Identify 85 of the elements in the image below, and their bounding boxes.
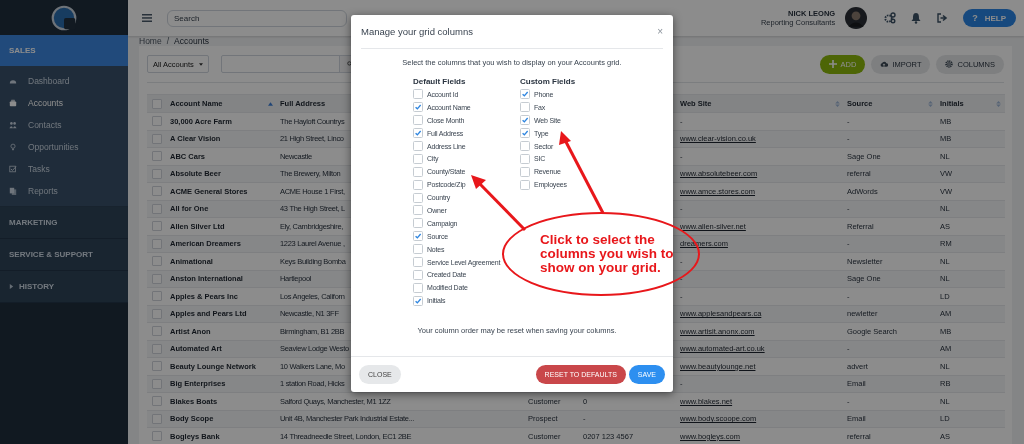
row-checkbox[interactable] [152, 343, 162, 354]
group-title: Custom Fields [520, 76, 577, 88]
logout-icon[interactable] [936, 12, 949, 24]
checkbox[interactable] [520, 89, 530, 100]
breadcrumb-link[interactable]: Home [139, 36, 162, 46]
users-icon [9, 121, 17, 129]
row-checkbox[interactable] [152, 186, 162, 197]
checkbox[interactable] [413, 166, 423, 177]
sidebar-section[interactable]: SALES [0, 35, 128, 66]
checkbox[interactable] [413, 218, 423, 229]
breadcrumb-current: Accounts [174, 36, 210, 46]
checkbox[interactable] [520, 153, 530, 164]
checkbox[interactable] [520, 141, 530, 151]
row-checkbox[interactable] [152, 151, 162, 162]
checkbox[interactable] [413, 153, 423, 164]
row-checkbox[interactable] [152, 361, 162, 372]
gauge-icon [9, 77, 17, 85]
gear-icon [945, 60, 954, 68]
gears-icon[interactable] [884, 12, 897, 24]
plus-icon [828, 60, 837, 68]
search-field[interactable]: Search [167, 9, 347, 27]
group-title: Default Fields [413, 76, 467, 88]
caret-icon [199, 62, 203, 66]
row-checkbox[interactable] [152, 291, 162, 302]
sort-ascending-icon[interactable] [268, 100, 273, 107]
checkbox[interactable] [520, 128, 530, 139]
checkbox[interactable] [520, 179, 530, 190]
briefcase-icon [9, 99, 17, 107]
help-button[interactable]: ? HELP [963, 9, 1016, 27]
row-checkbox[interactable] [152, 308, 162, 319]
checkbox[interactable] [413, 141, 423, 151]
select-all-checkbox[interactable] [152, 98, 162, 109]
sidebar-item[interactable]: Dashboard [0, 70, 128, 92]
avatar-icon[interactable] [845, 7, 868, 29]
row-checkbox[interactable] [152, 431, 162, 442]
checkbox[interactable] [413, 205, 423, 216]
checkbox[interactable] [413, 115, 423, 126]
logo-icon [51, 4, 77, 31]
sidebar-item[interactable]: Contacts [0, 114, 128, 136]
checkbox[interactable] [413, 102, 423, 113]
row-checkbox[interactable] [152, 238, 162, 249]
modal-title: Manage your grid columns [361, 26, 473, 37]
checkbox[interactable] [413, 89, 423, 100]
checkbox[interactable] [413, 244, 423, 255]
sidebar-item[interactable]: Opportunities [0, 136, 128, 158]
sidebar-section[interactable]: MARKETING [0, 207, 128, 239]
row-checkbox[interactable] [152, 203, 162, 214]
checkbox[interactable] [520, 115, 530, 126]
row-checkbox[interactable] [152, 116, 162, 127]
sort-icon[interactable] [928, 100, 933, 107]
checkbox[interactable] [413, 128, 423, 139]
row-checkbox[interactable] [152, 273, 162, 284]
checkbox[interactable] [413, 179, 423, 190]
checkbox[interactable] [520, 166, 530, 177]
breadcrumb-separator: / [166, 36, 170, 46]
menu-icon[interactable] [142, 14, 152, 22]
copy-icon [9, 187, 17, 195]
search-icon[interactable] [347, 61, 353, 67]
checkbox[interactable] [413, 282, 423, 293]
checkbox[interactable] [413, 231, 423, 242]
bell-icon[interactable] [910, 12, 923, 24]
close-icon[interactable]: × [657, 26, 663, 37]
sidebar-item[interactable]: Accounts [0, 92, 128, 114]
row-checkbox[interactable] [152, 413, 162, 424]
sidebar-item[interactable]: Reports [0, 180, 128, 202]
row-checkbox[interactable] [152, 168, 162, 179]
checkbox[interactable] [413, 257, 423, 267]
lightbulb-icon [9, 143, 17, 151]
row-checkbox[interactable] [152, 256, 162, 267]
sidebar-item[interactable]: Tasks [0, 158, 128, 180]
checkbox-icon [9, 165, 17, 173]
row-checkbox[interactable] [152, 326, 162, 337]
checkbox[interactable] [413, 269, 423, 280]
sidebar-section[interactable]: HISTORY [0, 271, 128, 303]
row-checkbox[interactable] [152, 378, 162, 389]
cloud-upload-icon [880, 60, 889, 68]
sort-icon[interactable] [996, 100, 1001, 107]
row-checkbox[interactable] [152, 221, 162, 232]
checkbox[interactable] [413, 192, 423, 203]
checkbox[interactable] [413, 295, 423, 306]
sidebar-section[interactable]: SERVICE & SUPPORT [0, 239, 128, 271]
sort-icon[interactable] [835, 100, 840, 107]
checkbox[interactable] [520, 102, 530, 113]
row-checkbox[interactable] [152, 396, 162, 407]
row-checkbox[interactable] [152, 133, 162, 144]
